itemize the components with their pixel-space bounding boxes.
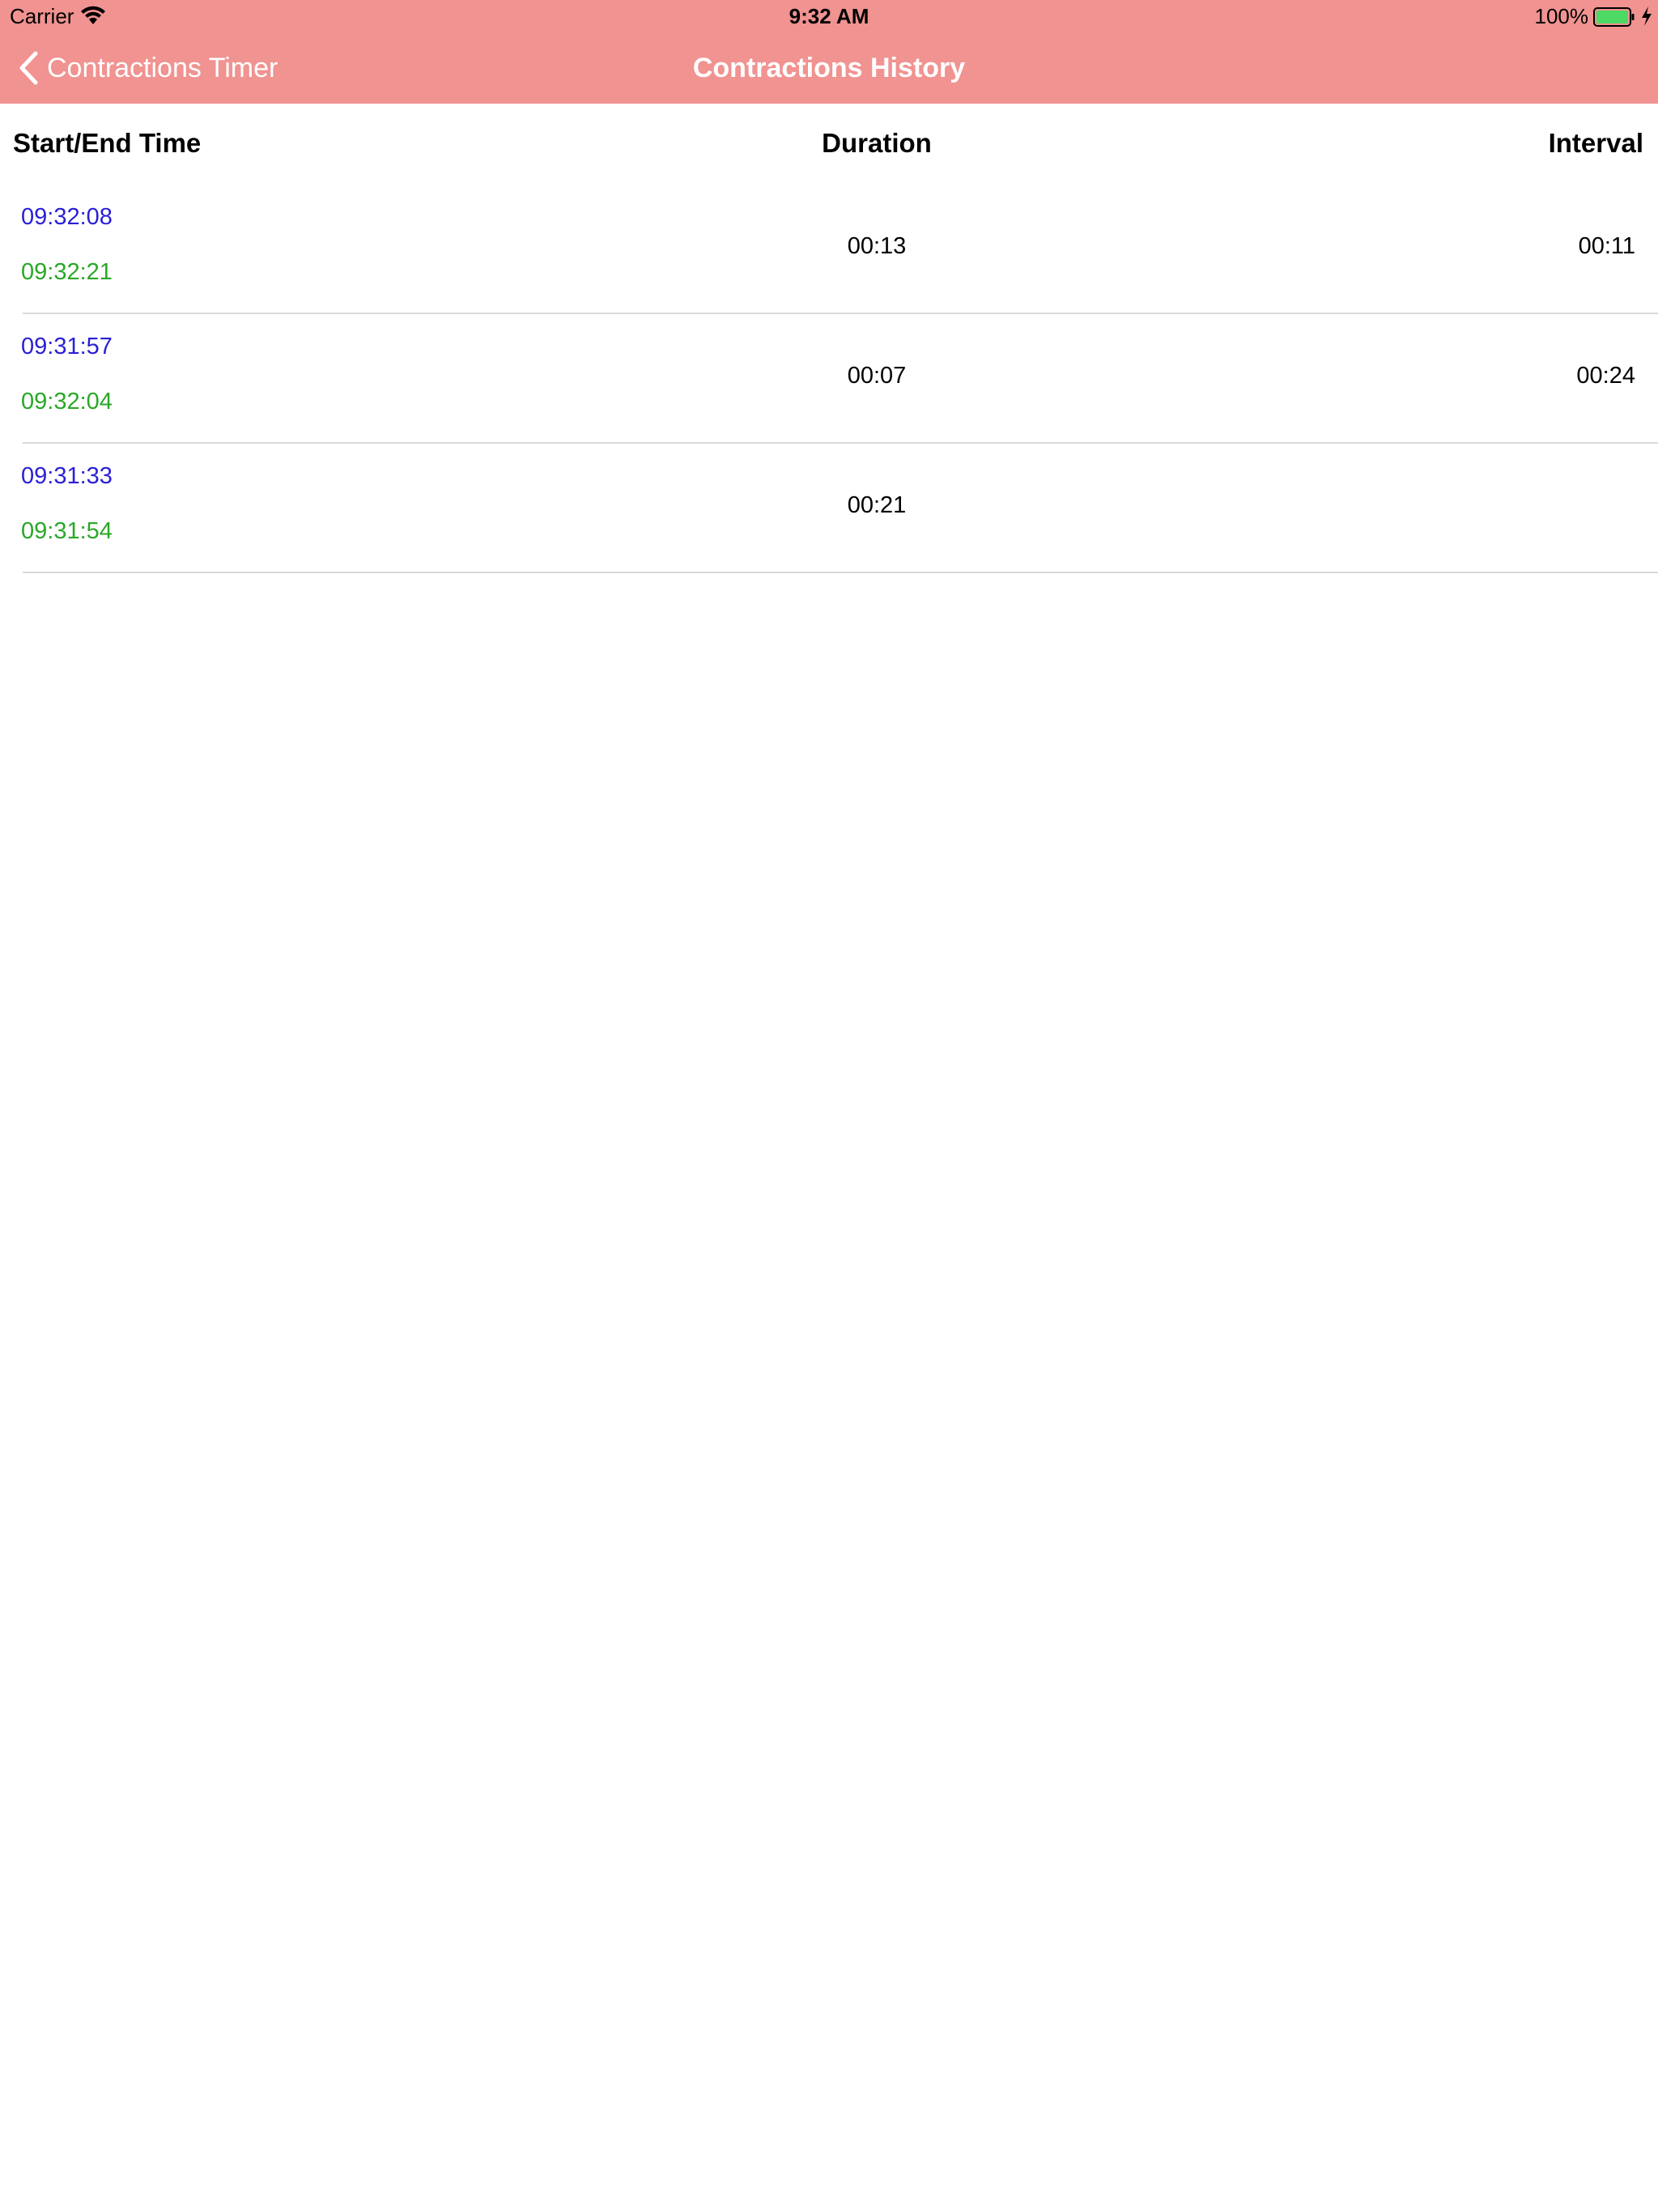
battery-percentage: 100% — [1534, 4, 1589, 28]
start-time: 09:31:57 — [21, 334, 113, 359]
start-time: 09:32:08 — [21, 204, 113, 230]
status-time: 9:32 AM — [789, 4, 869, 28]
charging-bolt-icon — [1642, 6, 1652, 26]
battery-icon — [1593, 7, 1635, 27]
table-row[interactable]: 09:32:08 09:32:21 00:13 00:11 — [21, 185, 1658, 314]
contractions-list[interactable]: 09:32:08 09:32:21 00:13 00:11 09:31:57 0… — [0, 185, 1658, 573]
end-time: 09:32:21 — [21, 259, 113, 285]
duration-value: 00:13 — [847, 233, 907, 259]
end-time: 09:32:04 — [21, 389, 113, 415]
header-duration: Duration — [822, 128, 932, 158]
interval-value: 00:11 — [1578, 233, 1635, 259]
table-row[interactable]: 09:31:57 09:32:04 00:07 00:24 — [21, 314, 1658, 444]
end-time: 09:31:54 — [21, 518, 113, 544]
interval-value: 00:24 — [1576, 363, 1635, 389]
table-header: Start/End Time Duration Interval — [0, 104, 1658, 185]
navigation-bar: Contractions Timer Contractions History — [0, 32, 1658, 104]
start-time: 09:31:33 — [21, 463, 113, 489]
duration-value: 00:21 — [847, 492, 907, 518]
duration-value: 00:07 — [847, 363, 907, 389]
header-interval: Interval — [1548, 128, 1643, 158]
table-row[interactable]: 09:31:33 09:31:54 00:21 — [21, 444, 1658, 573]
page-title: Contractions History — [692, 53, 966, 83]
top-bar: Carrier 9:32 AM 100% Contractions Timer … — [0, 0, 1658, 104]
status-bar: Carrier 9:32 AM 100% — [0, 0, 1658, 32]
